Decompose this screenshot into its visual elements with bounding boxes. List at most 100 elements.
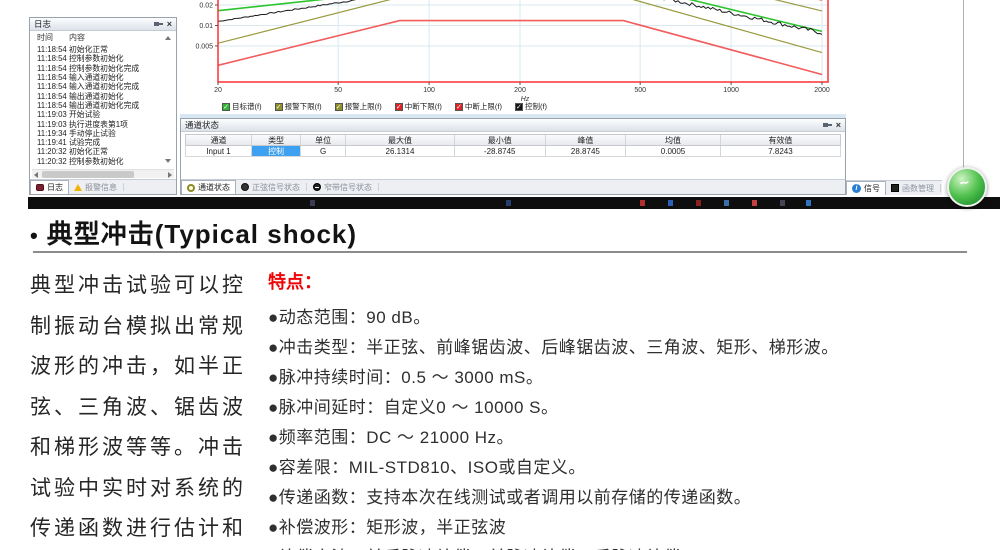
log-time: 11:19:03: [32, 110, 69, 119]
pin-icon[interactable]: [154, 20, 163, 28]
channel-tabbar: 通道状态 正弦信号状态 窄带信号状态: [181, 179, 845, 194]
legend-checkbox-icon[interactable]: [455, 103, 463, 111]
column-header: 类型: [252, 135, 301, 145]
log-rows: 11:18:54 初始化正常 11:18:54 控制参数初始化 11:18:54…: [32, 45, 164, 166]
taskbar-icon: [780, 200, 785, 206]
log-tabbar: 日志 报警信息: [30, 179, 176, 194]
spectrum-chart: 2050100200500100020000.020.010.005Hz: [180, 0, 846, 114]
log-time: 11:18:54: [32, 101, 69, 110]
tab-narrowband-signal-label: 窄带信号状态: [324, 182, 372, 193]
close-icon[interactable]: ×: [836, 121, 841, 130]
taskbar-icon: [640, 200, 645, 206]
legend-item[interactable]: 报警上限(f): [335, 101, 382, 112]
legend-item[interactable]: 报警下限(f): [275, 101, 322, 112]
tab-sine-signal-status[interactable]: 正弦信号状态: [236, 180, 305, 194]
log-time: 11:18:54: [32, 92, 69, 101]
tab-alarm-label: 报警信息: [85, 182, 117, 193]
feature-item: ●频率范围：DC ～ 21000 Hz。: [268, 423, 984, 453]
feature-item: ●冲击类型：半正弦、前峰锯齿波、后峰锯齿波、三角波、矩形、梯形波。: [268, 333, 984, 363]
green-sphere-button[interactable]: [947, 167, 987, 207]
features-title: 特点：: [268, 268, 984, 294]
chart-legend: 目标谱(f) 报警下限(f) 报警上限(f) 中断下限(f): [222, 101, 547, 112]
table-cell: 26.1314: [346, 146, 455, 156]
scroll-right-icon[interactable]: [168, 172, 172, 178]
tab-signal[interactable]: 信号: [846, 181, 886, 195]
legend-item[interactable]: 中断上限(f): [455, 101, 502, 112]
tab-function-manager[interactable]: 函数管理: [886, 181, 939, 195]
table-cell: -28.8745: [455, 146, 546, 156]
svg-text:0.02: 0.02: [199, 3, 213, 10]
tab-function-manager-label: 函数管理: [902, 183, 934, 194]
features-list: ●动态范围：90 dB。●冲击类型：半正弦、前峰锯齿波、后峰锯齿波、三角波、矩形…: [268, 303, 984, 550]
taskbar-icon: [506, 200, 511, 206]
legend-item[interactable]: 控制(f): [515, 101, 547, 112]
svg-text:20: 20: [214, 87, 222, 94]
svg-text:2000: 2000: [814, 87, 830, 94]
intro-paragraph: 典型冲击试验可以控制振动台模拟出常规波形的冲击，如半正弦、三角波、锯齿波和梯形波…: [30, 266, 260, 550]
warning-icon: [74, 184, 82, 191]
legend-checkbox-icon[interactable]: [515, 103, 523, 111]
feature-item: ●动态范围：90 dB。: [268, 303, 984, 333]
tab-alarm-info[interactable]: 报警信息: [69, 180, 122, 194]
vibration-software-screenshot: 日志 × 时间 内容 11:18:54 初始化正常 11:: [0, 0, 1000, 209]
title-underline: [33, 251, 967, 253]
channel-panel-title: 通道状态: [185, 119, 219, 131]
log-time: 11:18:54: [32, 82, 69, 91]
log-row: 11:20:32 控制参数初始化: [32, 157, 164, 166]
log-time: 11:18:54: [32, 64, 69, 73]
scroll-down-icon[interactable]: [165, 159, 171, 163]
column-header: 最大值: [346, 135, 455, 145]
taskbar-icon: [724, 200, 729, 206]
close-icon[interactable]: ×: [167, 20, 172, 29]
table-cell: Input 1: [186, 146, 252, 156]
legend-label: 中断下限(f): [405, 101, 442, 112]
narrowband-signal-icon: [313, 183, 321, 191]
tab-channel-status[interactable]: 通道状态: [181, 180, 236, 194]
legend-label: 报警上限(f): [345, 101, 382, 112]
legend-item[interactable]: 目标谱(f): [222, 101, 262, 112]
tab-sine-signal-label: 正弦信号状态: [252, 182, 300, 193]
intro-line: 波形的冲击，如半正: [30, 347, 260, 388]
intro-line: 典型冲击试验可以控: [30, 266, 260, 307]
taskbar-strip: [28, 197, 1000, 209]
legend-checkbox-icon[interactable]: [335, 103, 343, 111]
column-header: 单位: [301, 135, 346, 145]
log-time: 11:20:32: [32, 147, 69, 156]
log-time: 11:19:41: [32, 138, 69, 147]
legend-checkbox-icon[interactable]: [395, 103, 403, 111]
table-cell: 7.8243: [721, 146, 840, 156]
channel-table-header: 通道类型单位最大值最小值峰值均值有效值: [185, 134, 841, 146]
tab-log[interactable]: 日志: [30, 180, 69, 194]
column-header: 通道: [186, 135, 252, 145]
features-section: 特点： ●动态范围：90 dB。●冲击类型：半正弦、前峰锯齿波、后峰锯齿波、三角…: [268, 268, 984, 550]
scrollbar-thumb[interactable]: [42, 171, 134, 178]
page: 日志 × 时间 内容 11:18:54 初始化正常 11:: [0, 0, 1000, 550]
log-table-header: 时间 内容: [32, 32, 164, 44]
legend-checkbox-icon[interactable]: [222, 103, 230, 111]
info-icon: [852, 184, 861, 193]
taskbar-icon: [696, 200, 701, 206]
log-time: 11:18:54: [32, 54, 69, 63]
page-title-text: 典型冲击(Typical shock): [47, 219, 357, 249]
scroll-up-icon[interactable]: [165, 36, 171, 40]
taskbar-icon: [310, 200, 315, 206]
function-manager-icon: [891, 184, 899, 192]
feature-item: ●传递函数：支持本次在线测试或者调用以前存储的传递函数。: [268, 483, 984, 513]
tab-log-label: 日志: [47, 182, 63, 193]
log-horizontal-scrollbar[interactable]: [32, 169, 174, 178]
table-cell: 0.0005: [626, 146, 721, 156]
taskbar-icon: [752, 200, 757, 206]
tab-narrowband-signal-status[interactable]: 窄带信号状态: [308, 180, 377, 194]
intro-line: 制振动台模拟出常规: [30, 307, 260, 348]
legend-item[interactable]: 中断下限(f): [395, 101, 442, 112]
table-cell: G: [301, 146, 346, 156]
pin-icon[interactable]: [823, 121, 832, 129]
feature-item: ●脉冲间延时：自定义0 ～ 10000 S。: [268, 393, 984, 423]
column-header: 最小值: [455, 135, 546, 145]
scroll-left-icon[interactable]: [34, 172, 38, 178]
legend-label: 目标谱(f): [232, 101, 262, 112]
log-time: 11:18:54: [32, 45, 69, 54]
legend-checkbox-icon[interactable]: [275, 103, 283, 111]
table-cell: 控制: [252, 146, 301, 156]
legend-label: 中断上限(f): [465, 101, 502, 112]
